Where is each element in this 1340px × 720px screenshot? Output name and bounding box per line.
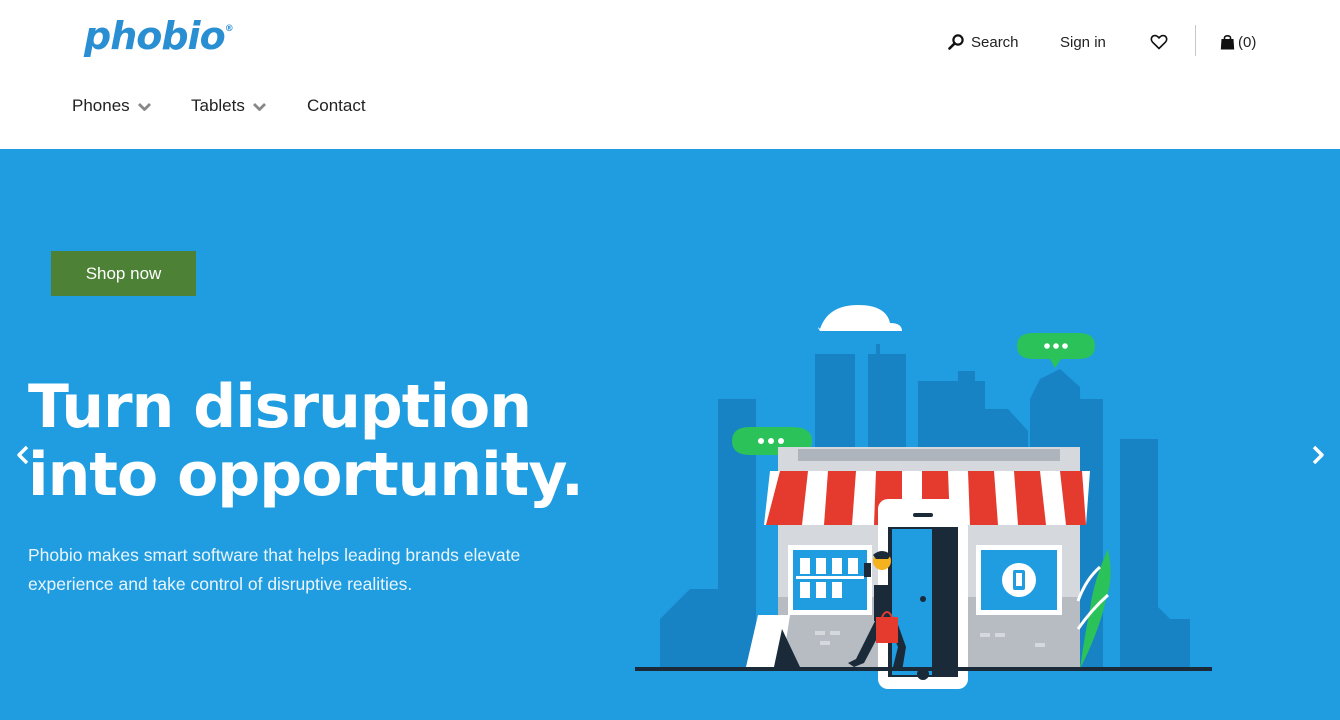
nav-tablets-label: Tablets [191,96,245,115]
storefront-illustration [635,305,1212,689]
search-button[interactable]: Search [948,28,1019,56]
carousel-next-button[interactable] [1307,444,1329,466]
shop-window-left [788,545,872,615]
wishlist-button[interactable] [1150,28,1168,56]
nav-phones[interactable]: Phones [72,93,152,119]
nav-phones-label: Phones [72,96,130,115]
cart-button[interactable]: (0) [1220,28,1256,56]
carousel-prev-button[interactable] [12,444,34,466]
header-divider [1195,25,1196,56]
ground-line [635,667,1212,671]
headline-line-2: into opportunity. [28,440,584,510]
chevron-left-icon [12,445,34,470]
search-label: Search [971,33,1019,51]
headline-line-1: Turn disruption [28,372,532,442]
search-icon [948,34,964,50]
site-header: phobio® Search Sign in (0) Phones Tablet… [0,0,1340,149]
phobio-logo[interactable]: phobio® [84,14,234,58]
speech-bubble-right [1017,333,1095,368]
shop-window-right [976,545,1062,615]
hero-banner: Shop now Turn disruption into opportunit… [0,149,1340,720]
heart-icon [1150,34,1168,50]
chevron-right-icon [1307,445,1329,470]
chevron-down-icon [252,97,267,117]
hero-subtext: Phobio makes smart software that helps l… [28,545,521,594]
shop-now-button[interactable]: Shop now [51,251,196,296]
cloud [818,305,902,331]
hero-headline: Turn disruption into opportunity. [28,372,584,510]
chevron-down-icon [137,97,152,117]
nav-contact-label: Contact [307,96,366,115]
nav-tablets[interactable]: Tablets [191,93,267,119]
nav-contact[interactable]: Contact [307,93,366,119]
cart-count: (0) [1238,33,1257,51]
phone-door [878,499,968,689]
sign-in-link[interactable]: Sign in [1060,28,1106,56]
shopping-bag-icon [1220,34,1235,50]
